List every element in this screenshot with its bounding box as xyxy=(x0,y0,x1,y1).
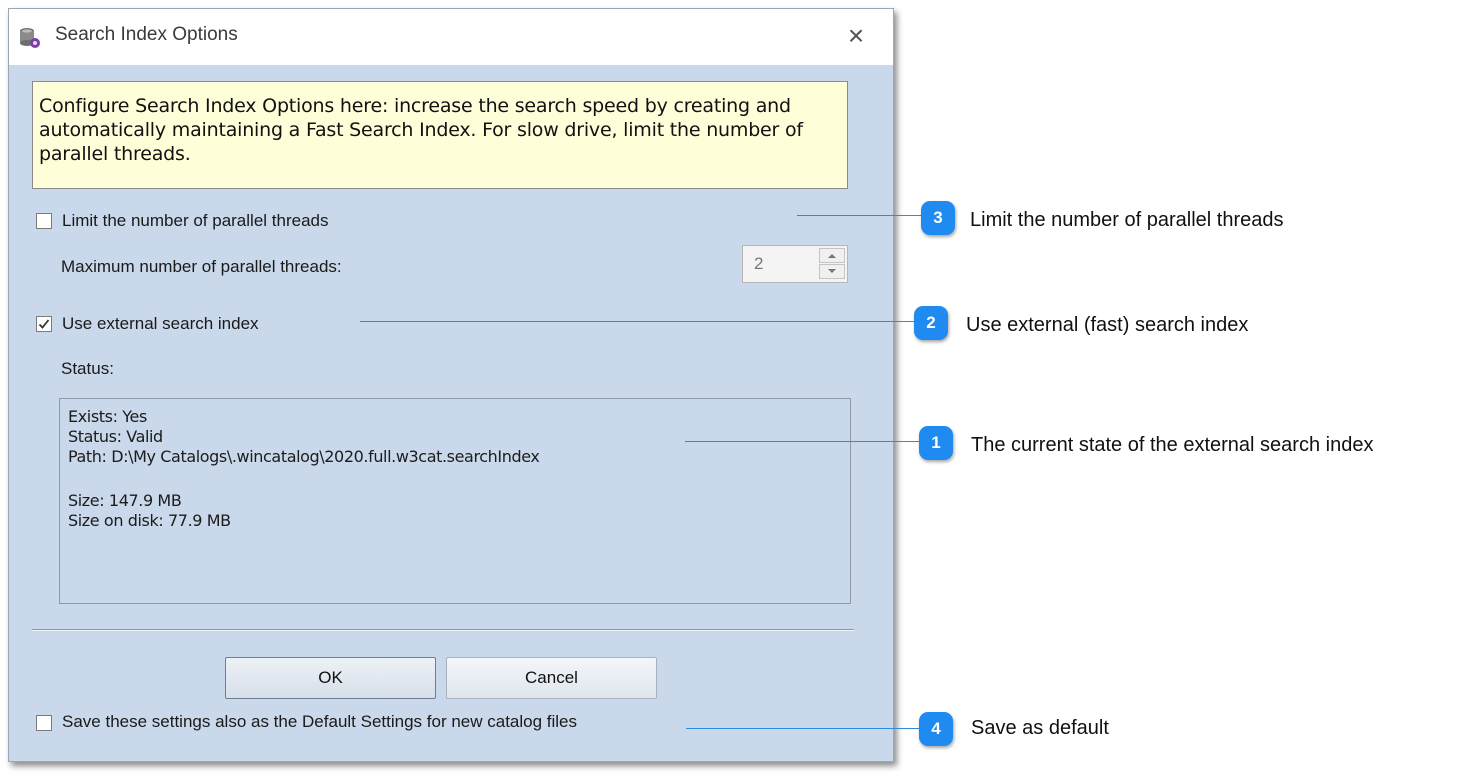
checkmark-icon xyxy=(38,319,50,329)
status-size-on-disk: Size on disk: 77.9 MB xyxy=(68,511,231,530)
info-panel: Configure Search Index Options here: inc… xyxy=(32,81,848,189)
status-valid: Status: Valid xyxy=(68,427,163,446)
callout-badge-4: 4 xyxy=(919,712,953,746)
divider xyxy=(32,629,854,631)
limit-threads-checkbox[interactable] xyxy=(36,213,52,229)
use-external-index-checkbox[interactable] xyxy=(36,316,52,332)
max-threads-value[interactable]: 2 xyxy=(754,254,763,274)
callout-badge-1: 1 xyxy=(919,426,953,460)
status-path: Path: D:\My Catalogs\.wincatalog\2020.fu… xyxy=(68,447,540,466)
search-index-options-dialog: Search Index Options × Configure Search … xyxy=(8,8,894,762)
callout-text-4: Save as default xyxy=(971,717,1109,739)
ok-button[interactable]: OK xyxy=(225,657,436,699)
callout-text-3: Limit the number of parallel threads xyxy=(970,209,1284,231)
status-exists: Exists: Yes xyxy=(68,407,147,426)
close-icon[interactable]: × xyxy=(841,21,871,51)
cancel-button[interactable]: Cancel xyxy=(446,657,657,699)
info-text: Configure Search Index Options here: inc… xyxy=(39,95,803,165)
max-threads-label: Maximum number of parallel threads: xyxy=(61,257,342,276)
limit-threads-label[interactable]: Limit the number of parallel threads xyxy=(62,211,328,231)
callout-text-2: Use external (fast) search index xyxy=(966,314,1249,336)
status-text-area[interactable]: Exists: Yes Status: Valid Path: D:\My Ca… xyxy=(59,398,851,604)
callout-line-4 xyxy=(686,728,921,729)
title-bar: Search Index Options × xyxy=(9,9,893,65)
status-size: Size: 147.9 MB xyxy=(68,491,182,510)
stepper-down-icon[interactable] xyxy=(819,264,845,279)
save-default-checkbox[interactable] xyxy=(36,715,52,731)
callout-badge-2: 2 xyxy=(914,306,948,340)
callout-badge-3: 3 xyxy=(921,201,955,235)
callout-line-1 xyxy=(685,441,921,442)
use-external-index-label[interactable]: Use external search index xyxy=(62,314,259,334)
stepper-up-icon[interactable] xyxy=(819,248,845,263)
callout-line-3 xyxy=(797,215,923,216)
callout-line-2 xyxy=(360,321,916,322)
max-threads-stepper[interactable]: 2 xyxy=(742,245,848,283)
callout-text-1: The current state of the external search… xyxy=(971,434,1374,456)
status-label: Status: xyxy=(61,359,114,378)
window-title: Search Index Options xyxy=(55,24,238,45)
save-default-label[interactable]: Save these settings also as the Default … xyxy=(62,712,577,732)
database-settings-icon xyxy=(19,27,41,49)
